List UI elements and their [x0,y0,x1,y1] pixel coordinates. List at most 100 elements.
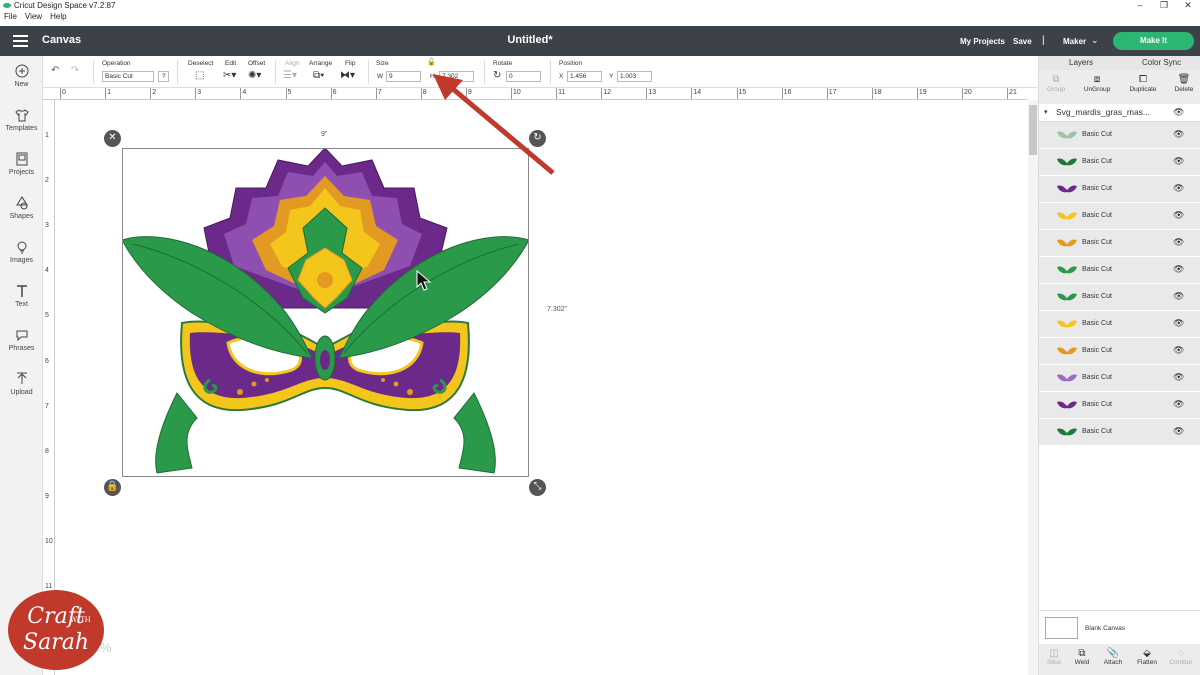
blank-canvas-swatch[interactable] [1045,617,1078,639]
menu-file[interactable]: File [4,12,17,21]
eye-icon[interactable]: 👁 [1173,264,1184,275]
delete-button[interactable]: 🗑 Delete [1164,74,1200,93]
divider [177,60,178,84]
operation-select[interactable]: Basic Cut [102,71,154,82]
undo-icon[interactable]: ↶ [51,65,59,76]
tool-label: Images [10,257,33,264]
selection-box[interactable] [122,148,529,477]
eye-icon[interactable]: 👁 [1173,107,1184,118]
arrange-icon[interactable]: ⧉▾ [313,70,324,81]
ruler-tick-label: 5 [45,312,49,320]
delete-handle-icon[interactable]: ✕ [104,130,121,147]
tool-shapes[interactable]: Shapes [0,196,43,220]
mouse-cursor-icon [416,270,432,291]
ruler-tick-label: 15 [738,89,747,96]
tab-color-sync[interactable]: Color Sync [1142,58,1181,67]
ruler-tick [375,88,377,99]
group-icon: ⧉ [1052,74,1060,85]
menu-view[interactable]: View [25,12,42,21]
offset-icon[interactable]: ✺▾ [248,70,261,81]
flip-icon[interactable]: ⧓▾ [340,70,355,81]
tool-phrases[interactable]: Phrases [0,328,43,352]
machine-select[interactable]: Maker [1063,37,1086,46]
flatten-button[interactable]: ⬙ Flatten [1131,648,1163,666]
layer-label: Basic Cut [1082,374,1112,381]
duplicate-button[interactable]: ⧠ Duplicate [1123,74,1163,93]
layer-row[interactable]: Basic Cut 👁 [1039,338,1200,365]
ruler-tick-label: 12 [603,89,611,96]
layer-row[interactable]: Basic Cut 👁 [1039,311,1200,338]
attach-button[interactable]: 📎 Attach [1097,648,1129,666]
layer-label: Basic Cut [1082,131,1112,138]
speech-icon [16,330,27,342]
collapse-caret-icon[interactable]: ▾ [1044,108,1048,116]
eye-icon[interactable]: 👁 [1173,183,1184,194]
layer-row[interactable]: Basic Cut 👁 [1039,392,1200,419]
layer-row[interactable]: Basic Cut 👁 [1039,122,1200,149]
layer-row[interactable]: Basic Cut 👁 [1039,284,1200,311]
scrollbar-thumb[interactable] [1029,105,1037,155]
eye-icon[interactable]: 👁 [1173,237,1184,248]
canvas-scrollbar[interactable] [1028,100,1038,675]
ruler-tick-label: 1 [107,89,111,96]
tool-new[interactable]: New [0,64,43,88]
weld-button[interactable]: ⧉ Weld [1066,648,1098,666]
tool-upload[interactable]: Upload [0,372,43,396]
minimize-button[interactable]: – [1128,0,1152,12]
ruler-tick-label: 7 [45,402,49,410]
layer-row[interactable]: Basic Cut 👁 [1039,365,1200,392]
eye-icon[interactable]: 👁 [1173,129,1184,140]
chevron-down-icon[interactable]: ⌄ [1091,35,1099,46]
align-icon[interactable]: ☰▾ [283,70,297,81]
ungroup-button[interactable]: ⧈ UnGroup [1077,74,1117,93]
tab-layers[interactable]: Layers [1069,58,1093,67]
layer-row[interactable]: Basic Cut 👁 [1039,230,1200,257]
eye-icon[interactable]: 👁 [1173,372,1184,383]
text-icon [16,285,27,297]
save-button[interactable]: Save [1013,37,1032,46]
y-input[interactable]: 1.003 [617,71,652,82]
eye-icon[interactable]: 👁 [1173,291,1184,302]
layer-row[interactable]: Basic Cut 👁 [1039,257,1200,284]
menu-help[interactable]: Help [50,12,66,21]
tool-projects[interactable]: Projects [0,152,43,176]
contour-button[interactable]: ◌ Contour [1165,648,1197,666]
close-window-button[interactable]: ✕ [1176,0,1200,12]
layer-group-row[interactable]: ▾ Svg_mardis_gras_mas... 👁 [1039,104,1200,122]
lock-aspect-icon[interactable]: 🔓 [427,58,436,66]
eye-icon[interactable]: 👁 [1173,426,1184,437]
redo-icon[interactable]: ↷ [71,65,79,76]
eye-icon[interactable]: 👁 [1173,156,1184,167]
edit-scissors-icon[interactable]: ✂▾ [223,70,236,81]
eye-icon[interactable]: 👁 [1173,318,1184,329]
tool-templates[interactable]: Templates [0,108,43,132]
resize-handle-icon[interactable]: ⤡ [529,479,546,496]
width-input[interactable]: 9 [386,71,421,82]
tool-images[interactable]: Images [0,240,43,264]
deselect-icon[interactable]: ⬚ [195,70,204,81]
layer-row[interactable]: Basic Cut 👁 [1039,419,1200,446]
tool-label: Shapes [9,213,34,220]
document-title: Untitled* [507,34,553,46]
operation-help-button[interactable]: ? [158,71,169,82]
my-projects-link[interactable]: My Projects [960,37,1005,46]
left-toolbar: New Templates Projects Shapes Images Tex… [0,56,43,675]
deselect-label: Deselect [188,60,214,67]
lock-handle-icon[interactable]: 🔒 [104,479,121,496]
layer-row[interactable]: Basic Cut 👁 [1039,176,1200,203]
eye-icon[interactable]: 👁 [1173,399,1184,410]
blank-canvas-row[interactable]: Blank Canvas [1039,610,1200,644]
group-button[interactable]: ⧉ Group [1036,74,1076,93]
tool-text[interactable]: Text [0,284,43,308]
eye-icon[interactable]: 👁 [1173,210,1184,221]
make-it-button[interactable]: Make It [1113,32,1194,50]
eye-icon[interactable]: 👁 [1173,345,1184,356]
ruler-tick-label: 5 [287,89,292,96]
width-label: W [377,73,384,80]
offset-label: Offset [248,60,266,67]
x-input[interactable]: 1.456 [567,71,602,82]
ruler-tick [871,88,873,99]
layer-row[interactable]: Basic Cut 👁 [1039,203,1200,230]
layer-row[interactable]: Basic Cut 👁 [1039,149,1200,176]
maximize-button[interactable]: ❐ [1152,0,1176,12]
